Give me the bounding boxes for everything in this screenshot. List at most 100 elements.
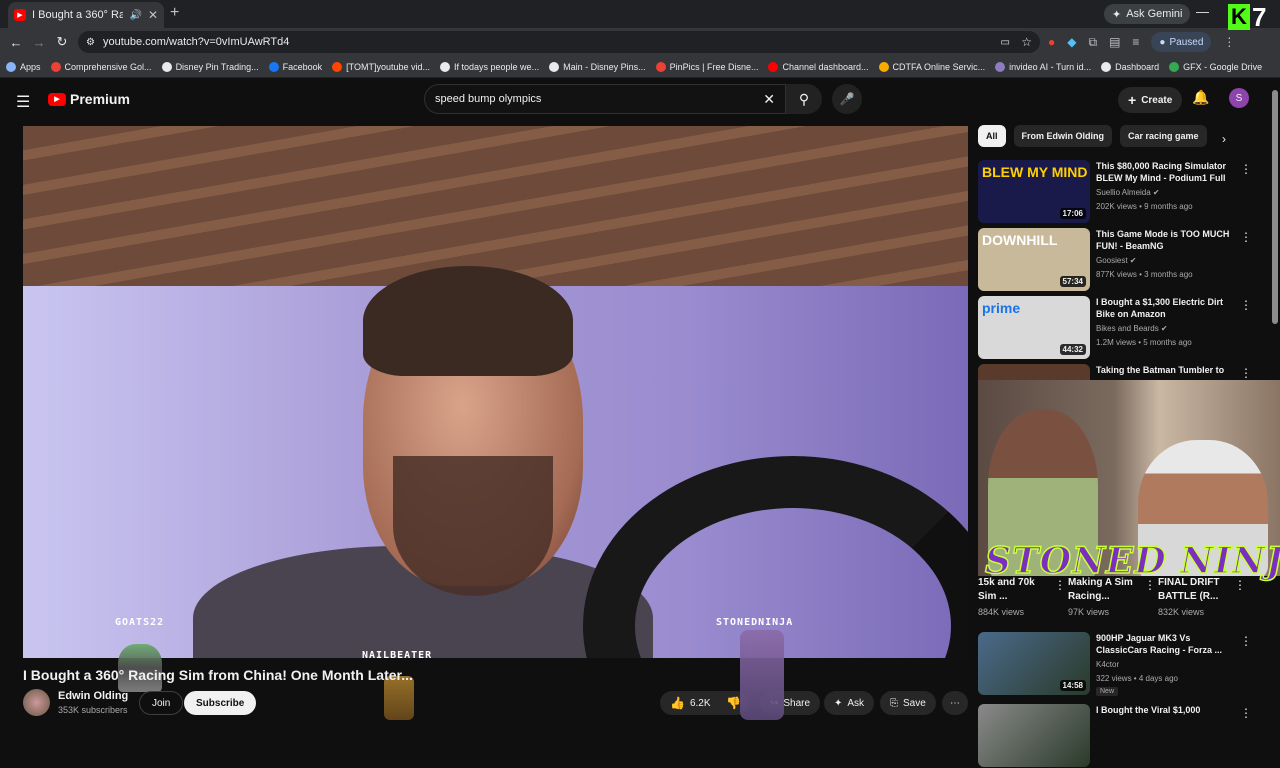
- site-info-icon[interactable]: ⚙: [86, 37, 95, 48]
- search-icon: ⚲: [798, 90, 810, 107]
- mini-recommendation[interactable]: Making A Sim Racing... 97K views ⋮: [1068, 576, 1156, 617]
- recommendation-item[interactable]: BLEW MY MIND 17:06 This $80,000 Racing Sim…: [978, 160, 1268, 224]
- more-options-icon[interactable]: ⋮: [1240, 634, 1252, 648]
- channel-avatar[interactable]: [23, 689, 50, 716]
- filter-chip[interactable]: Car racing game: [1120, 125, 1207, 147]
- bookmark-favicon-icon: [768, 61, 779, 72]
- page-scrollbar[interactable]: [1272, 90, 1278, 324]
- profile-paused-button[interactable]: ● Paused: [1151, 32, 1212, 52]
- recommendation-meta: 322 views • 4 days ago: [1096, 674, 1178, 683]
- close-tab-icon[interactable]: ✕: [148, 8, 158, 22]
- more-options-icon[interactable]: ⋮: [1240, 366, 1252, 380]
- reload-icon[interactable]: ↻: [50, 34, 74, 50]
- extensions-area: ● ◆ ⧉ ▤ ≡ ● Paused ⋮: [1048, 28, 1235, 56]
- bookmark-item[interactable]: PinPics | Free Disne...: [655, 61, 758, 72]
- thumbnail-text: prime: [982, 300, 1021, 316]
- clear-search-icon[interactable]: ✕: [763, 91, 775, 108]
- youtube-premium-logo[interactable]: ▶ Premium: [48, 91, 130, 107]
- more-options-icon[interactable]: ⋮: [1144, 578, 1156, 592]
- bookmark-favicon-icon: [6, 61, 16, 72]
- audio-icon[interactable]: 🔊: [129, 10, 141, 21]
- video-thumbnail[interactable]: prime 44:32: [978, 296, 1090, 359]
- video-thumbnail[interactable]: DOWNHILL 57:34: [978, 228, 1090, 291]
- bookmark-item[interactable]: [TOMT]youtube vid...: [332, 61, 430, 72]
- address-bar-row: ← → ↻ ⚙ youtube.com/watch?v=0vImUAwRTd4 …: [0, 28, 1280, 56]
- search-query: speed bump olympics: [435, 93, 542, 105]
- bookmark-item[interactable]: Dashboard: [1101, 61, 1159, 72]
- extension-red-icon[interactable]: ●: [1048, 35, 1055, 49]
- search-input[interactable]: speed bump olympics ✕: [424, 84, 786, 114]
- notifications-bell-icon[interactable]: 🔔: [1192, 89, 1209, 106]
- recommendation-channel[interactable]: Suellio Almeida ✔: [1096, 188, 1160, 197]
- account-avatar[interactable]: S: [1229, 88, 1249, 108]
- forward-icon[interactable]: →: [27, 35, 51, 50]
- bookmark-item[interactable]: Facebook: [268, 61, 322, 72]
- cast-icon[interactable]: ▭: [1001, 37, 1010, 48]
- extension-blue-icon[interactable]: ◆: [1067, 35, 1076, 49]
- save-button[interactable]: ⎘ Save: [880, 691, 936, 715]
- search-button[interactable]: ⚲: [786, 84, 822, 114]
- video-thumbnail[interactable]: [978, 704, 1090, 767]
- mini-recommendation[interactable]: 15k and 70k Sim ... 884K views ⋮: [978, 576, 1066, 617]
- create-label: Create: [1141, 94, 1173, 106]
- verified-icon: ✔: [1150, 188, 1160, 197]
- url-bar[interactable]: ⚙ youtube.com/watch?v=0vImUAwRTd4 ☆ ▭: [78, 31, 1040, 53]
- channel-name[interactable]: Edwin Olding: [58, 690, 128, 702]
- bookmark-item[interactable]: Apps: [6, 61, 41, 72]
- extensions-puzzle-icon[interactable]: ⧉: [1088, 35, 1097, 50]
- more-options-icon[interactable]: ⋮: [1054, 578, 1066, 592]
- chrome-menu-icon[interactable]: ⋮: [1223, 35, 1235, 49]
- browser-tab-bar: ▶ I Bought a 360° Racing Sim 🔊 ✕ + ✦ Ask…: [0, 0, 1280, 28]
- bookmark-item[interactable]: GFX - Google Drive: [1169, 61, 1262, 72]
- bookmark-item[interactable]: Channel dashboard...: [768, 61, 869, 72]
- bookmark-item[interactable]: Main - Disney Pins...: [549, 61, 646, 72]
- minimize-icon[interactable]: —: [1196, 4, 1209, 19]
- filter-chip[interactable]: All: [978, 125, 1006, 147]
- voice-search-button[interactable]: 🎤: [832, 84, 862, 114]
- sidepanel-icon[interactable]: ▤: [1109, 35, 1120, 49]
- mini-views: 832K views: [1158, 607, 1205, 617]
- video-thumbnail[interactable]: 14:58: [978, 632, 1090, 695]
- filter-chip[interactable]: From Edwin Olding: [1013, 125, 1113, 147]
- more-options-icon[interactable]: ⋮: [1234, 578, 1246, 592]
- video-thumbnail[interactable]: BLEW MY MIND 17:06: [978, 160, 1090, 223]
- create-button[interactable]: + Create: [1118, 87, 1183, 113]
- bookmark-item[interactable]: Comprehensive Gol...: [50, 61, 152, 72]
- join-button[interactable]: Join: [139, 691, 184, 715]
- save-label: Save: [903, 697, 926, 709]
- bookmark-item[interactable]: invideo AI - Turn id...: [995, 61, 1091, 72]
- hamburger-menu-icon[interactable]: ☰: [16, 92, 30, 112]
- bookmark-item[interactable]: If todays people we...: [440, 61, 539, 72]
- more-options-icon[interactable]: ⋮: [1240, 162, 1252, 176]
- ask-button[interactable]: ✦ Ask: [824, 691, 875, 715]
- ask-gemini-button[interactable]: ✦ Ask Gemini: [1104, 4, 1191, 24]
- recommendation-channel[interactable]: Bikes and Beards ✔: [1096, 324, 1168, 333]
- subscribe-button[interactable]: Subscribe: [184, 691, 257, 715]
- recommendation-item[interactable]: I Bought the Viral $1,000 ⋮: [978, 704, 1268, 768]
- new-tab-button[interactable]: +: [170, 4, 179, 22]
- back-icon[interactable]: ←: [4, 35, 28, 50]
- like-button[interactable]: 👍 6.2K: [660, 691, 721, 715]
- bookmark-item[interactable]: Disney Pin Trading...: [161, 61, 259, 72]
- media-icon[interactable]: ≡: [1132, 35, 1139, 49]
- recommendation-item[interactable]: DOWNHILL 57:34 This Game Mode is TOO MUCH …: [978, 228, 1268, 292]
- recommendation-channel[interactable]: Goosiest ✔: [1096, 256, 1137, 265]
- more-options-icon[interactable]: ⋮: [1240, 706, 1252, 720]
- bookmark-star-icon[interactable]: ☆: [1021, 35, 1032, 49]
- more-options-icon[interactable]: ⋮: [1240, 230, 1252, 244]
- browser-tab[interactable]: ▶ I Bought a 360° Racing Sim 🔊 ✕: [8, 2, 164, 28]
- recommendation-channel[interactable]: K4ctor: [1096, 660, 1119, 669]
- bookmark-item[interactable]: CDTFA Online Servic...: [878, 61, 985, 72]
- recommendation-title: This $80,000 Racing Simulator BLEW My Mi…: [1096, 161, 1227, 183]
- mini-recommendation[interactable]: FINAL DRIFT BATTLE (R... 832K views ⋮: [1158, 576, 1246, 617]
- chips-next-arrow-icon[interactable]: ›: [1222, 132, 1226, 146]
- url-text: youtube.com/watch?v=0vImUAwRTd4: [102, 36, 290, 48]
- duration-badge: 44:32: [1059, 344, 1086, 355]
- more-actions-button[interactable]: ⋯: [942, 691, 968, 715]
- more-options-icon[interactable]: ⋮: [1240, 298, 1252, 312]
- recommendation-item[interactable]: 14:58 900HP Jaguar MK3 Vs ClassicCars Rac…: [978, 632, 1268, 696]
- like-count: 6.2K: [689, 697, 711, 709]
- video-player[interactable]: [23, 126, 968, 658]
- recommendation-item[interactable]: prime 44:32 I Bought a $1,300 Electric Dir…: [978, 296, 1268, 360]
- paused-label: Paused: [1169, 36, 1204, 48]
